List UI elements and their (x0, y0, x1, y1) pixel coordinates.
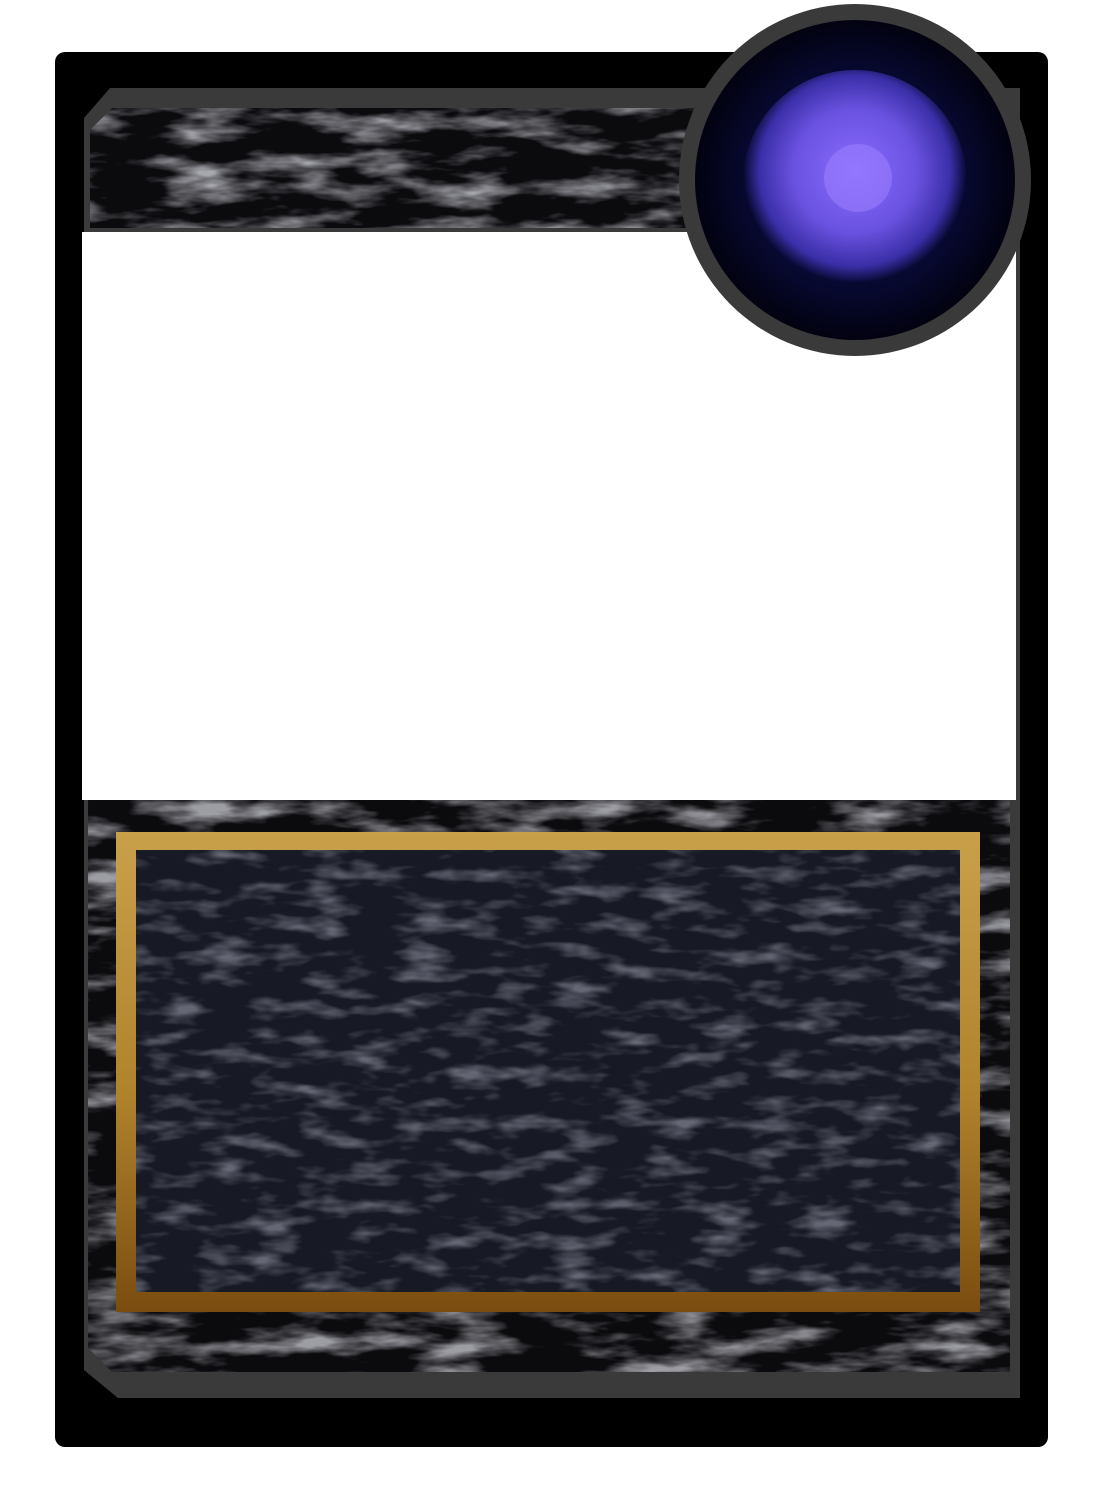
card-template-canvas (0, 0, 1100, 1500)
card-frame (55, 4, 1048, 1447)
text-box (116, 832, 980, 1312)
purple-orb-icon (679, 4, 1031, 356)
